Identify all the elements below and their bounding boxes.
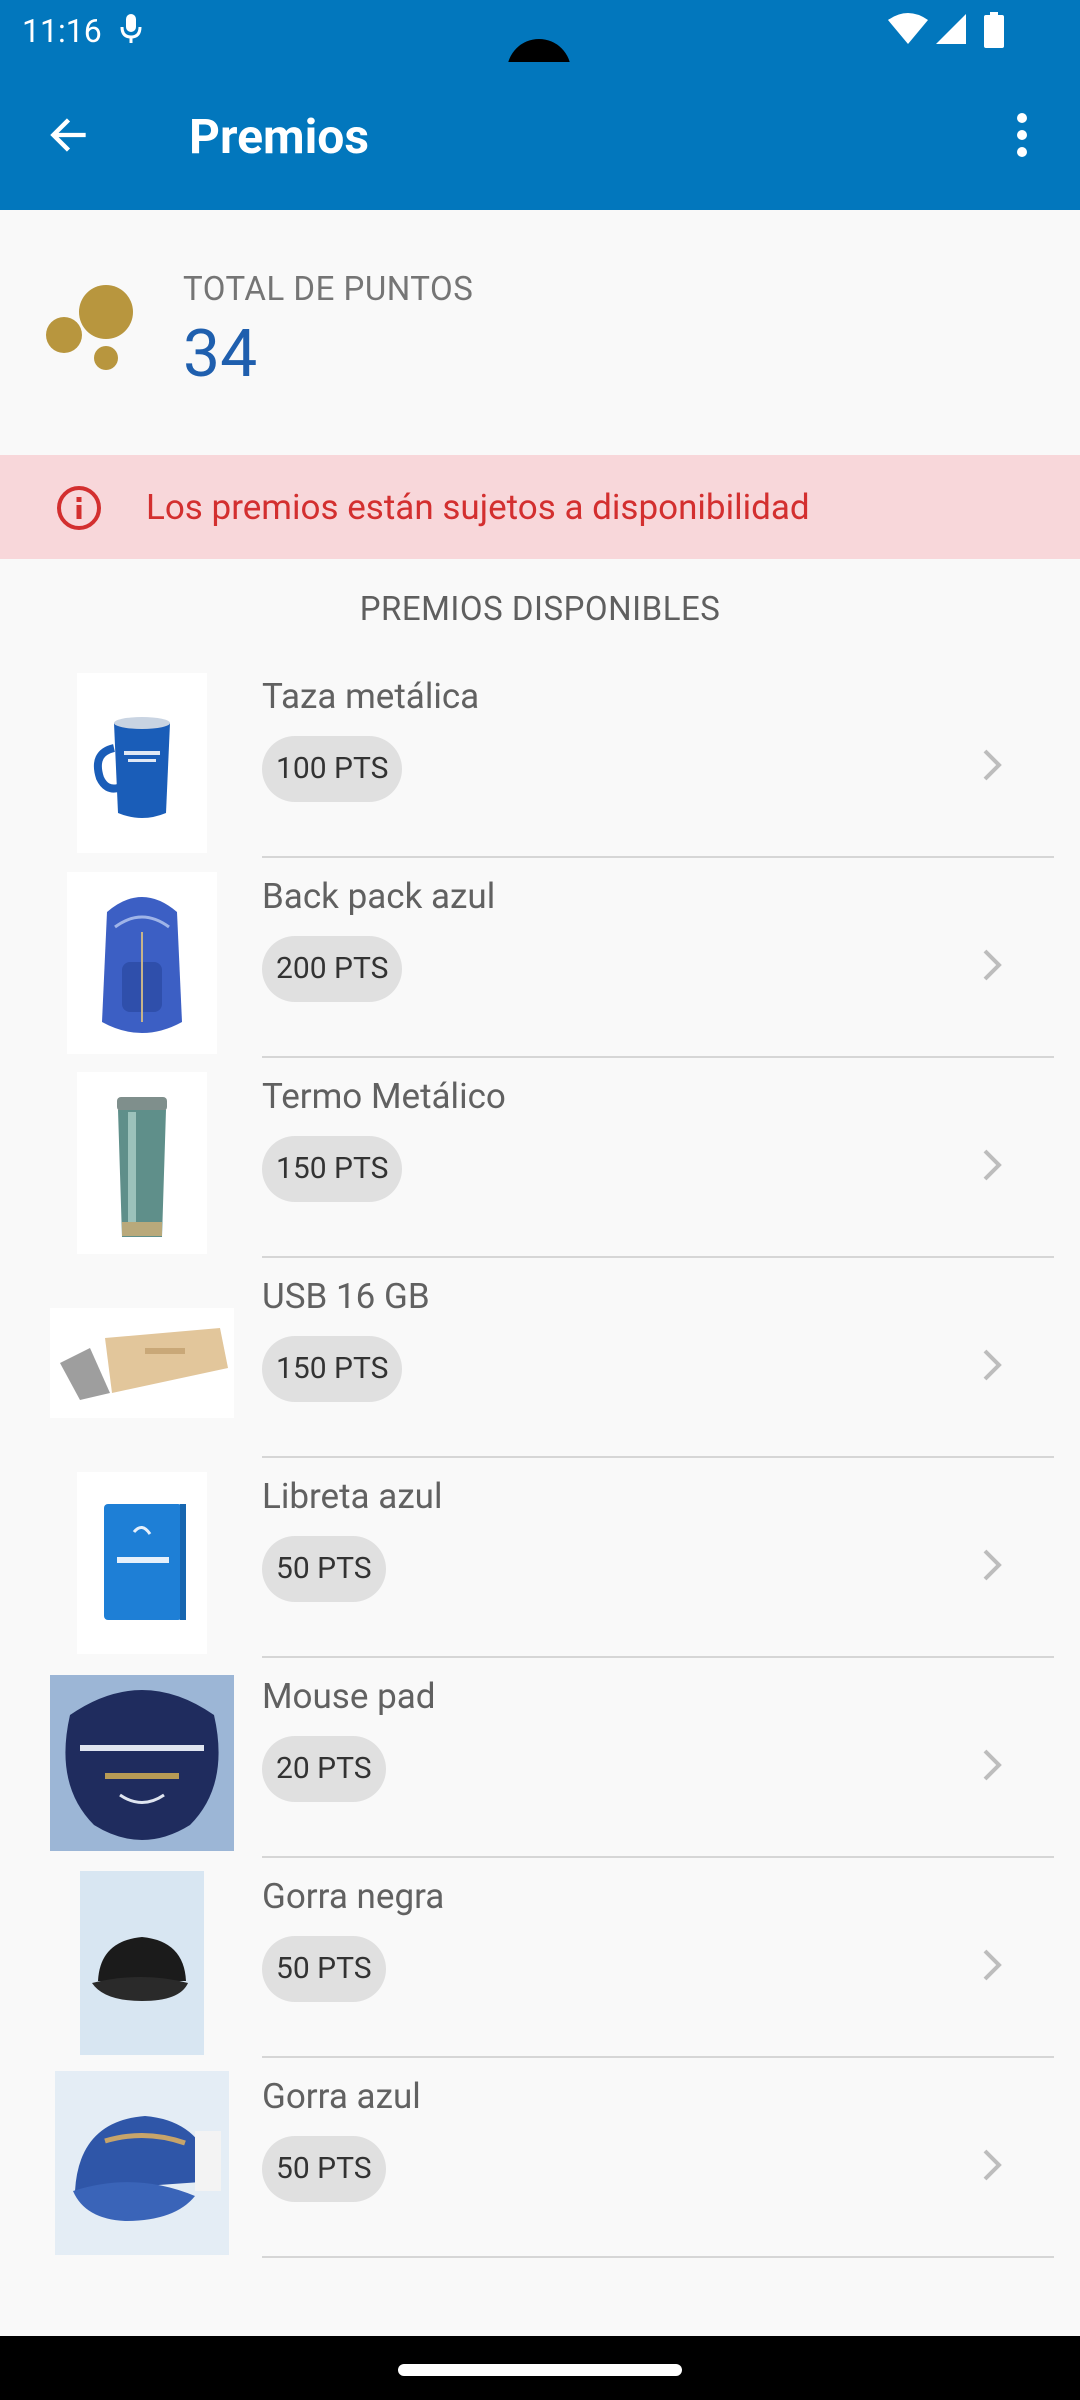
system-nav-bar	[0, 2336, 1080, 2400]
alert-text: Los premios están sujetos a disponibilid…	[146, 487, 810, 528]
chevron-right-icon	[982, 1148, 1002, 1186]
battery-icon	[984, 12, 1004, 52]
chevron-right-icon	[982, 2148, 1002, 2186]
points-summary: TOTAL DE PUNTOS 34	[0, 210, 1080, 455]
reward-points-badge: 50 PTS	[262, 2136, 386, 2202]
reward-item[interactable]: Termo Metálico 150 PTS	[0, 1058, 1080, 1258]
blue-cap-image	[50, 2071, 234, 2255]
points-label: TOTAL DE PUNTOS	[183, 270, 474, 309]
mic-icon	[120, 14, 142, 48]
app-bar: Premios	[0, 62, 1080, 210]
reward-points-badge: 150 PTS	[262, 1136, 403, 1202]
coins-icon	[44, 285, 138, 375]
signal-icon	[934, 12, 968, 50]
reward-points-badge: 150 PTS	[262, 1336, 403, 1402]
more-options-icon[interactable]	[1002, 110, 1042, 164]
chevron-right-icon	[982, 948, 1002, 986]
wifi-icon	[888, 12, 928, 50]
reward-item[interactable]: Mouse pad 20 PTS	[0, 1658, 1080, 1858]
reward-name: USB 16 GB	[262, 1276, 430, 1317]
page-title: Premios	[189, 108, 370, 165]
reward-points-badge: 20 PTS	[262, 1736, 386, 1802]
backpack-image	[50, 872, 234, 1054]
usb-image	[50, 1272, 234, 1454]
reward-name: Gorra azul	[262, 2076, 421, 2117]
status-time: 11:16	[22, 12, 102, 50]
reward-item[interactable]: Gorra negra 50 PTS	[0, 1858, 1080, 2058]
home-gesture-handle[interactable]	[398, 2364, 682, 2376]
divider	[262, 2256, 1054, 2258]
reward-item[interactable]: Gorra azul 50 PTS	[0, 2058, 1080, 2258]
reward-points-badge: 100 PTS	[262, 736, 403, 802]
reward-points-badge: 200 PTS	[262, 936, 403, 1002]
thermos-image	[50, 1072, 234, 1254]
chevron-right-icon	[982, 1548, 1002, 1586]
reward-name: Taza metálica	[262, 676, 480, 717]
reward-name: Mouse pad	[262, 1676, 436, 1717]
availability-alert: Los premios están sujetos a disponibilid…	[0, 455, 1080, 559]
mousepad-image	[50, 1672, 234, 1854]
chevron-right-icon	[982, 1948, 1002, 1986]
reward-item[interactable]: Back pack azul 200 PTS	[0, 858, 1080, 1058]
info-icon	[56, 485, 102, 535]
notebook-image	[50, 1472, 234, 1654]
chevron-right-icon	[982, 1748, 1002, 1786]
reward-name: Gorra negra	[262, 1876, 445, 1917]
reward-name: Termo Metálico	[262, 1076, 506, 1117]
reward-name: Libreta azul	[262, 1476, 443, 1517]
reward-item[interactable]: Libreta azul 50 PTS	[0, 1458, 1080, 1658]
black-cap-image	[50, 1871, 234, 2055]
mug-image	[50, 672, 234, 854]
reward-item[interactable]: USB 16 GB 150 PTS	[0, 1258, 1080, 1458]
points-value: 34	[183, 316, 258, 393]
rewards-list: Taza metálica 100 PTS Back pack azul 200…	[0, 658, 1080, 2258]
reward-name: Back pack azul	[262, 876, 496, 917]
reward-points-badge: 50 PTS	[262, 1536, 386, 1602]
reward-points-badge: 50 PTS	[262, 1936, 386, 2002]
chevron-right-icon	[982, 748, 1002, 786]
reward-item[interactable]: Taza metálica 100 PTS	[0, 658, 1080, 858]
section-title: PREMIOS DISPONIBLES	[359, 590, 721, 629]
chevron-right-icon	[982, 1348, 1002, 1386]
back-arrow-icon[interactable]	[44, 110, 94, 164]
